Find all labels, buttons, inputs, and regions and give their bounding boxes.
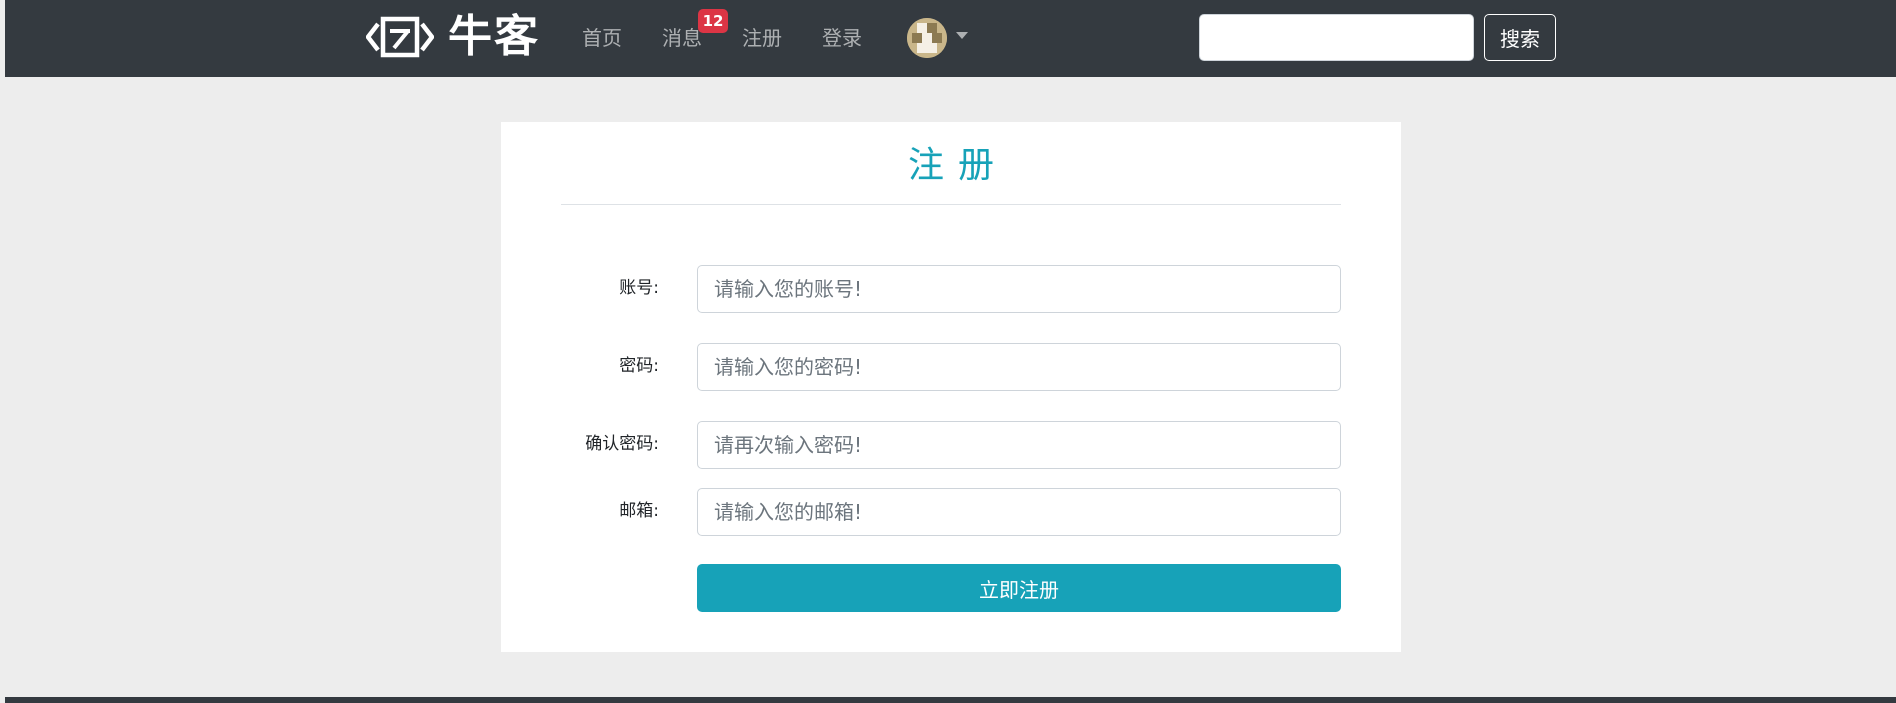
confirm-password-label: 确认密码: xyxy=(585,434,659,454)
nav-register-link[interactable]: 注册 xyxy=(742,24,782,52)
niuke-logo-icon xyxy=(366,16,434,58)
password-label: 密码: xyxy=(619,356,659,376)
password-field[interactable] xyxy=(697,343,1341,391)
nav-login-link[interactable]: 登录 xyxy=(822,24,862,52)
email-label: 邮箱: xyxy=(619,501,659,521)
title-divider xyxy=(561,204,1341,205)
register-submit-button[interactable]: 立即注册 xyxy=(697,564,1341,612)
message-count-badge: 12 xyxy=(698,9,728,33)
username-label: 账号: xyxy=(619,278,659,298)
search-button[interactable]: 搜索 xyxy=(1484,14,1556,61)
username-field[interactable] xyxy=(697,265,1341,313)
pixel-avatar-icon xyxy=(907,18,947,58)
nav-messages-link[interactable]: 消息 xyxy=(662,24,702,52)
search-input[interactable] xyxy=(1199,14,1474,61)
confirm-password-field[interactable] xyxy=(697,421,1341,469)
footer-edge xyxy=(5,697,1896,703)
brand-logo[interactable]: 牛客 xyxy=(366,14,540,60)
register-card: 注册 账号: 密码: 确认密码: 邮箱: 立即注册 xyxy=(501,122,1401,652)
email-field[interactable] xyxy=(697,488,1341,536)
user-menu-chevron-down-icon[interactable] xyxy=(956,32,968,39)
nav-home-link[interactable]: 首页 xyxy=(582,24,622,52)
page-title: 注册 xyxy=(907,145,1008,186)
brand-name: 牛客 xyxy=(448,11,540,62)
top-navbar: 牛客 首页 消息 12 注册 登录 搜索 xyxy=(5,0,1896,77)
user-avatar[interactable] xyxy=(907,18,947,58)
